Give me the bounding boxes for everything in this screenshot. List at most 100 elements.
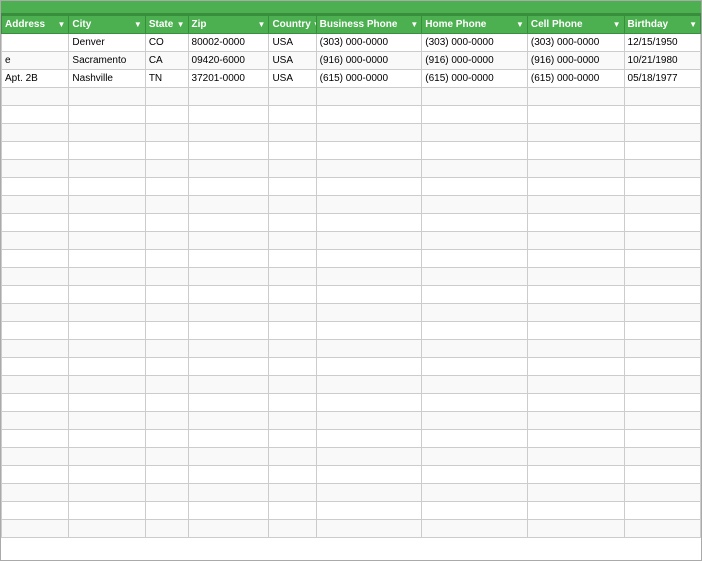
cell-state-18[interactable] xyxy=(145,358,188,376)
dropdown-arrow-state[interactable]: ▼ xyxy=(177,20,185,29)
cell-country-15[interactable] xyxy=(269,304,316,322)
cell-hphone-10[interactable] xyxy=(422,214,528,232)
cell-hphone-18[interactable] xyxy=(422,358,528,376)
cell-cphone-22[interactable] xyxy=(527,430,624,448)
cell-hphone-21[interactable] xyxy=(422,412,528,430)
cell-address-17[interactable] xyxy=(2,340,69,358)
cell-country-6[interactable] xyxy=(269,142,316,160)
cell-state-23[interactable] xyxy=(145,448,188,466)
cell-city-13[interactable] xyxy=(69,268,145,286)
cell-country-9[interactable] xyxy=(269,196,316,214)
cell-zip-5[interactable] xyxy=(188,124,269,142)
cell-state-2[interactable]: TN xyxy=(145,70,188,88)
cell-bphone-16[interactable] xyxy=(316,322,422,340)
cell-zip-0[interactable]: 80002-0000 xyxy=(188,34,269,52)
cell-cphone-9[interactable] xyxy=(527,196,624,214)
cell-state-10[interactable] xyxy=(145,214,188,232)
cell-bphone-3[interactable] xyxy=(316,88,422,106)
cell-state-20[interactable] xyxy=(145,394,188,412)
cell-zip-13[interactable] xyxy=(188,268,269,286)
dropdown-arrow-city[interactable]: ▼ xyxy=(134,20,142,29)
cell-address-15[interactable] xyxy=(2,304,69,322)
cell-state-13[interactable] xyxy=(145,268,188,286)
cell-zip-23[interactable] xyxy=(188,448,269,466)
cell-country-23[interactable] xyxy=(269,448,316,466)
cell-city-17[interactable] xyxy=(69,340,145,358)
cell-state-27[interactable] xyxy=(145,520,188,538)
cell-hphone-12[interactable] xyxy=(422,250,528,268)
cell-country-21[interactable] xyxy=(269,412,316,430)
cell-birthday-21[interactable] xyxy=(624,412,700,430)
cell-zip-7[interactable] xyxy=(188,160,269,178)
cell-address-23[interactable] xyxy=(2,448,69,466)
cell-birthday-12[interactable] xyxy=(624,250,700,268)
cell-country-7[interactable] xyxy=(269,160,316,178)
cell-birthday-17[interactable] xyxy=(624,340,700,358)
cell-country-26[interactable] xyxy=(269,502,316,520)
cell-cphone-16[interactable] xyxy=(527,322,624,340)
cell-address-1[interactable]: e xyxy=(2,52,69,70)
cell-cphone-24[interactable] xyxy=(527,466,624,484)
cell-hphone-16[interactable] xyxy=(422,322,528,340)
cell-country-1[interactable]: USA xyxy=(269,52,316,70)
cell-country-3[interactable] xyxy=(269,88,316,106)
cell-bphone-23[interactable] xyxy=(316,448,422,466)
col-header-address[interactable]: Address▼ xyxy=(2,16,69,34)
cell-address-21[interactable] xyxy=(2,412,69,430)
cell-country-13[interactable] xyxy=(269,268,316,286)
cell-address-19[interactable] xyxy=(2,376,69,394)
cell-address-4[interactable] xyxy=(2,106,69,124)
cell-cphone-19[interactable] xyxy=(527,376,624,394)
cell-bphone-10[interactable] xyxy=(316,214,422,232)
cell-bphone-20[interactable] xyxy=(316,394,422,412)
cell-hphone-9[interactable] xyxy=(422,196,528,214)
cell-city-11[interactable] xyxy=(69,232,145,250)
cell-cphone-23[interactable] xyxy=(527,448,624,466)
cell-country-10[interactable] xyxy=(269,214,316,232)
cell-state-5[interactable] xyxy=(145,124,188,142)
cell-country-14[interactable] xyxy=(269,286,316,304)
cell-zip-22[interactable] xyxy=(188,430,269,448)
cell-zip-18[interactable] xyxy=(188,358,269,376)
cell-bphone-0[interactable]: (303) 000-0000 xyxy=(316,34,422,52)
cell-bphone-9[interactable] xyxy=(316,196,422,214)
cell-cphone-5[interactable] xyxy=(527,124,624,142)
cell-country-16[interactable] xyxy=(269,322,316,340)
cell-city-8[interactable] xyxy=(69,178,145,196)
cell-state-4[interactable] xyxy=(145,106,188,124)
cell-hphone-24[interactable] xyxy=(422,466,528,484)
cell-birthday-4[interactable] xyxy=(624,106,700,124)
cell-bphone-21[interactable] xyxy=(316,412,422,430)
cell-birthday-8[interactable] xyxy=(624,178,700,196)
cell-hphone-8[interactable] xyxy=(422,178,528,196)
cell-cphone-27[interactable] xyxy=(527,520,624,538)
cell-birthday-18[interactable] xyxy=(624,358,700,376)
cell-city-25[interactable] xyxy=(69,484,145,502)
cell-bphone-19[interactable] xyxy=(316,376,422,394)
cell-state-21[interactable] xyxy=(145,412,188,430)
cell-address-26[interactable] xyxy=(2,502,69,520)
cell-hphone-15[interactable] xyxy=(422,304,528,322)
cell-address-20[interactable] xyxy=(2,394,69,412)
cell-zip-3[interactable] xyxy=(188,88,269,106)
cell-cphone-13[interactable] xyxy=(527,268,624,286)
cell-city-12[interactable] xyxy=(69,250,145,268)
cell-cphone-14[interactable] xyxy=(527,286,624,304)
cell-city-20[interactable] xyxy=(69,394,145,412)
cell-birthday-7[interactable] xyxy=(624,160,700,178)
cell-cphone-4[interactable] xyxy=(527,106,624,124)
cell-city-19[interactable] xyxy=(69,376,145,394)
cell-bphone-17[interactable] xyxy=(316,340,422,358)
cell-zip-21[interactable] xyxy=(188,412,269,430)
cell-country-24[interactable] xyxy=(269,466,316,484)
cell-zip-16[interactable] xyxy=(188,322,269,340)
cell-country-12[interactable] xyxy=(269,250,316,268)
cell-city-9[interactable] xyxy=(69,196,145,214)
cell-zip-9[interactable] xyxy=(188,196,269,214)
cell-bphone-11[interactable] xyxy=(316,232,422,250)
cell-state-22[interactable] xyxy=(145,430,188,448)
cell-country-25[interactable] xyxy=(269,484,316,502)
cell-country-27[interactable] xyxy=(269,520,316,538)
col-header-hphone[interactable]: Home Phone▼ xyxy=(422,16,528,34)
cell-address-25[interactable] xyxy=(2,484,69,502)
